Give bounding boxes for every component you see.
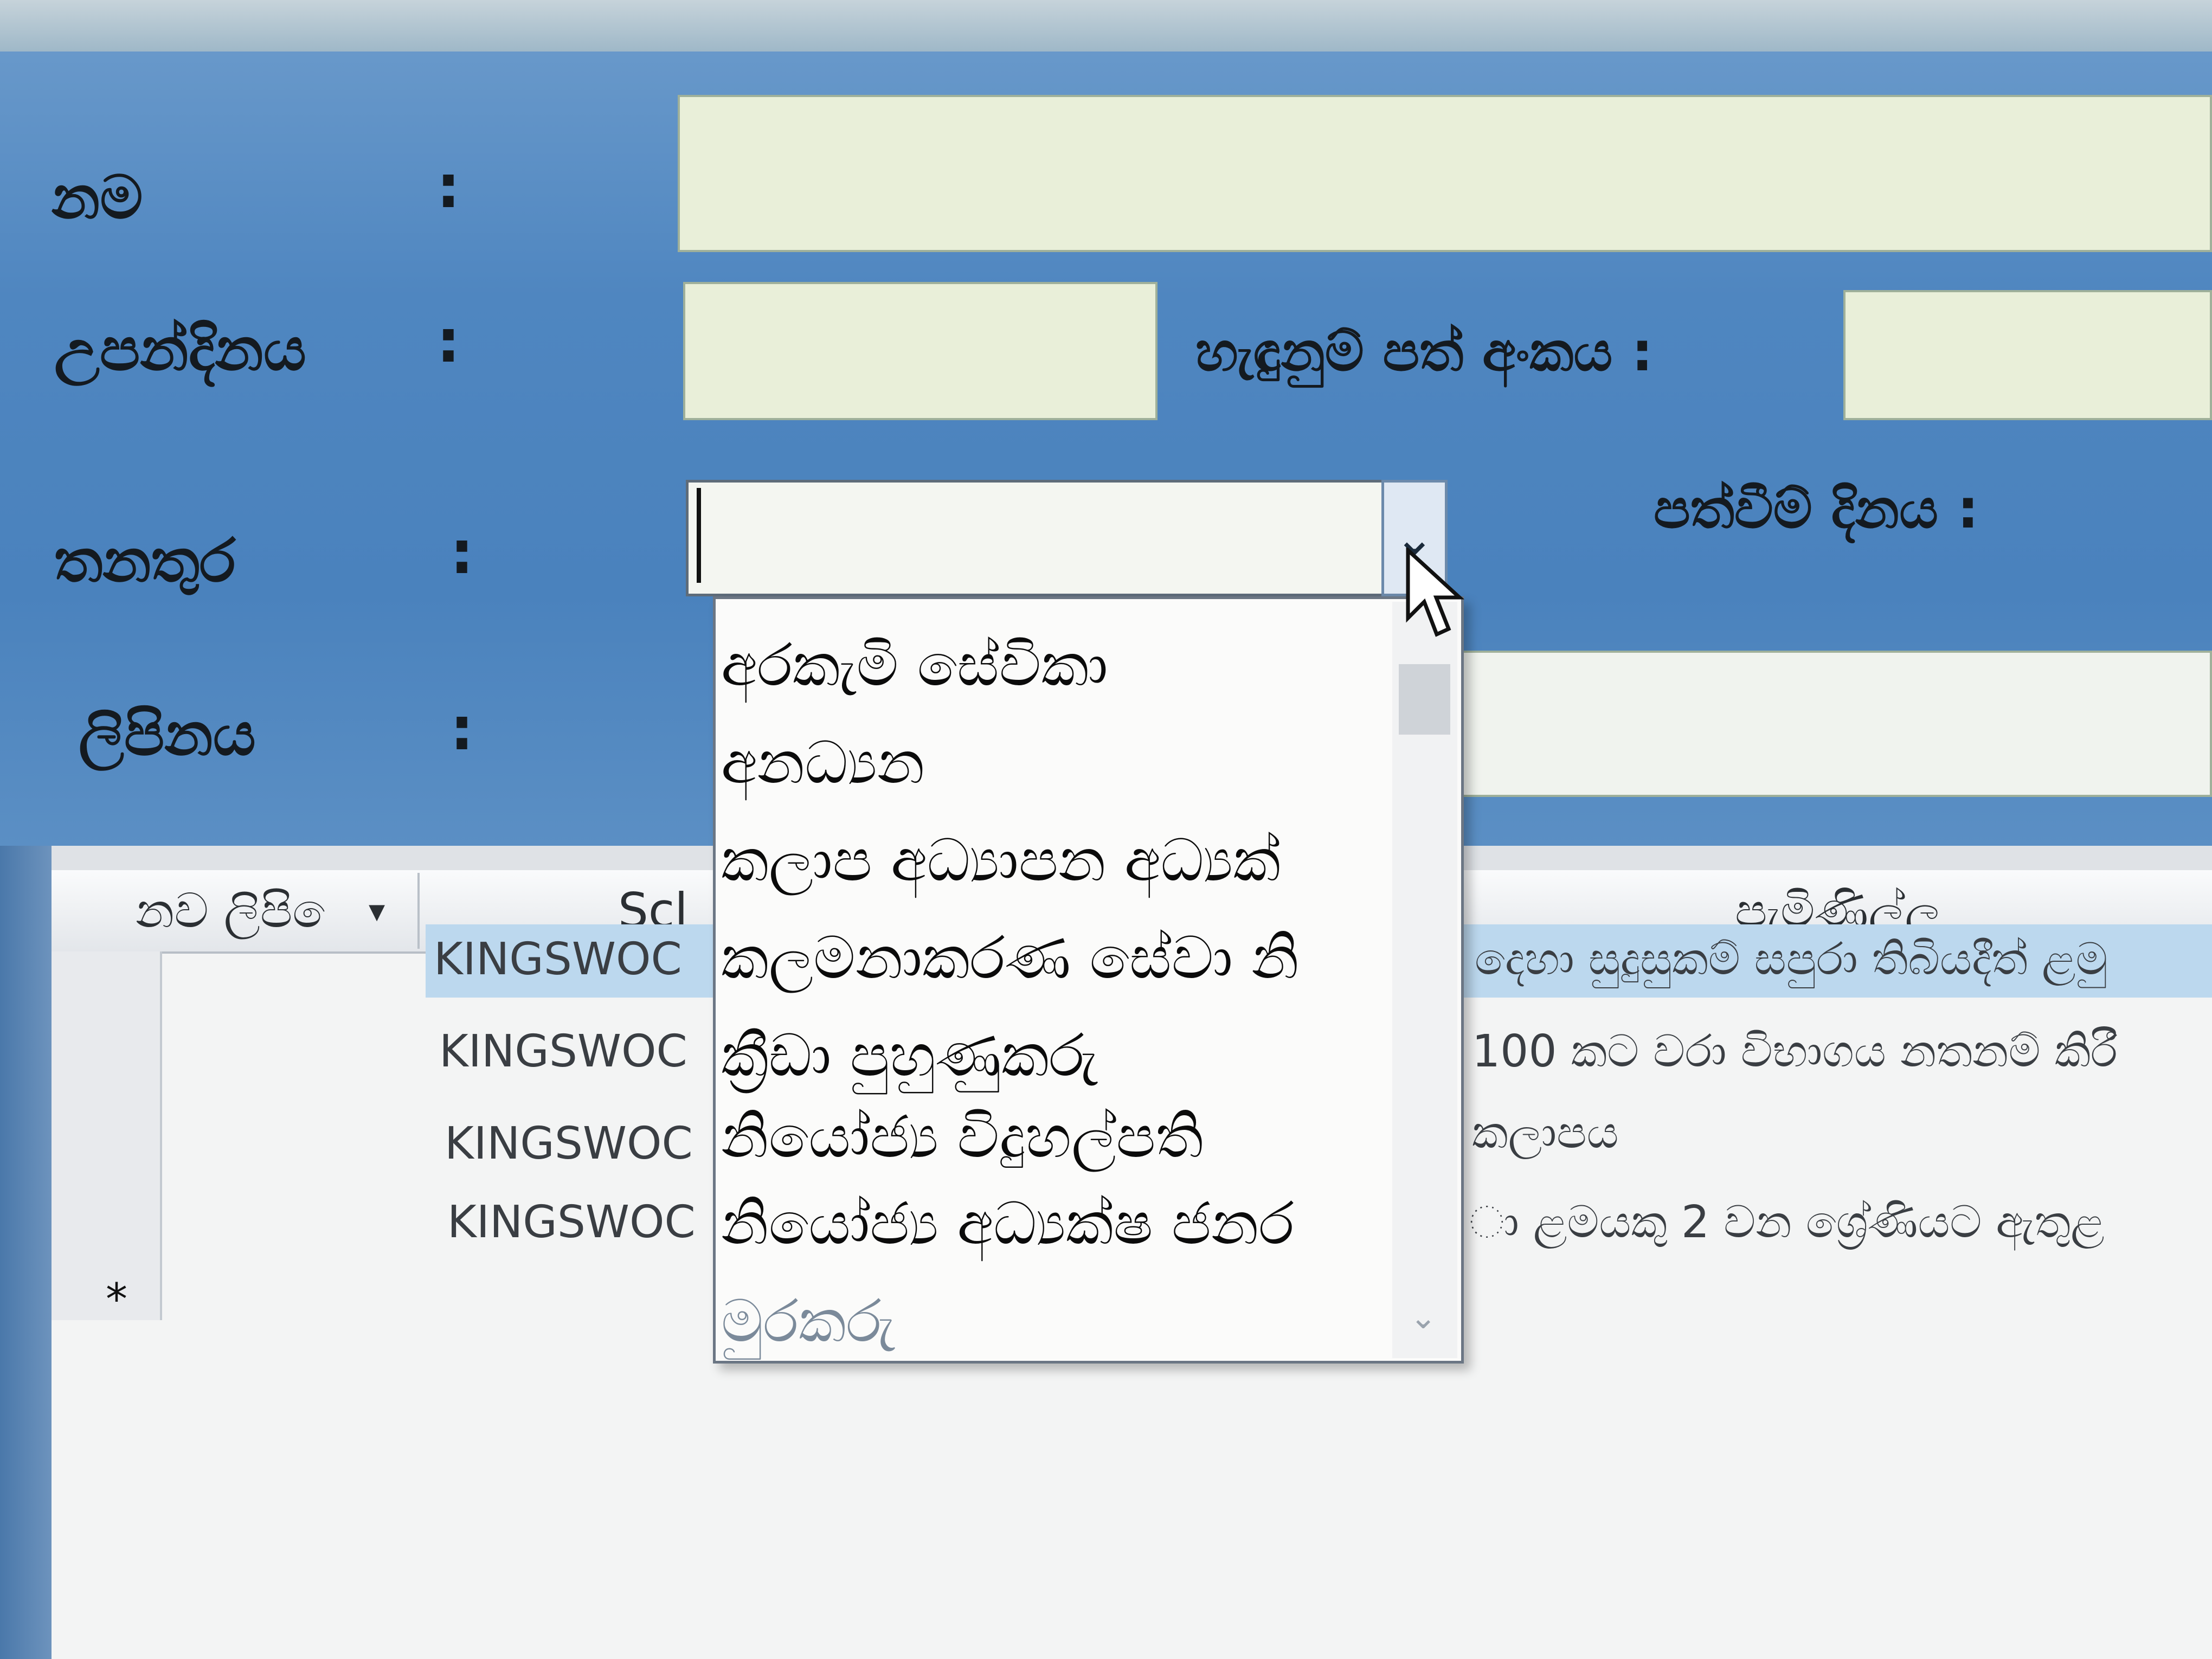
window-left-border <box>0 846 52 1659</box>
header-separator <box>417 873 420 949</box>
table-cell-complaint[interactable]: 100 කට වරා විභාගය නතනම් කිරී <box>1472 1017 2212 1087</box>
table-cell-school[interactable]: KINGSWOC <box>447 1187 716 1258</box>
dropdown-option[interactable]: අනධ්‍යන <box>721 716 1388 811</box>
position-label: තනතුර <box>54 526 236 595</box>
window-top-edge <box>0 0 2212 52</box>
mouse-pointer-icon <box>1406 548 1465 637</box>
dropdown-option[interactable]: නියෝජ්‍ය අධ්‍යක්ෂ ජනර <box>721 1176 1388 1271</box>
address-field[interactable] <box>1458 651 2212 797</box>
table-cell-complaint[interactable]: කලාපය <box>1472 1098 2212 1168</box>
table-cell-school[interactable]: KINGSWOC <box>434 924 716 995</box>
table-cell-complaint[interactable]: දෙහා සුදුසුකම් සපුරා තිබියදීත් ළමු <box>1475 924 2212 995</box>
new-row-marker: * <box>106 1274 127 1324</box>
appointment-date-label: පත්වීම් දිනය : <box>1654 477 1979 541</box>
dropdown-option[interactable]: කලමනාකරණ සේවා නි <box>721 911 1388 1006</box>
dropdown-option[interactable]: කලාප අධ්‍යාපන අධ්‍යක් <box>721 813 1388 908</box>
name-colon: : <box>436 152 460 221</box>
row-selector-column[interactable] <box>52 951 162 1320</box>
table-cell-complaint[interactable]: ා ළමයකු 2 වන ශ්‍රේණියට ඇතුළ <box>1469 1187 2212 1258</box>
address-colon: : <box>450 694 474 763</box>
scroll-down-icon[interactable]: ⌄ <box>1410 1298 1437 1336</box>
position-colon: : <box>450 518 474 587</box>
dropdown-option[interactable]: අරකැමි සේවිකා <box>721 618 1388 713</box>
dob-colon: : <box>436 306 460 376</box>
address-label: ලිපිනය <box>79 699 256 769</box>
dob-field[interactable] <box>683 282 1158 420</box>
dropdown-option[interactable]: මුරකරු <box>721 1274 1388 1369</box>
dropdown-option[interactable]: නියෝජ්‍ය විදුහල්පති <box>721 1090 1388 1185</box>
table-cell-school[interactable]: KINGSWOC <box>445 1109 716 1179</box>
nic-label: හැඳුනුම් පත් අංකය : <box>1195 320 1654 383</box>
column-header-new-letter[interactable]: නව ලිපි ෙ <box>136 873 349 949</box>
name-label: නම <box>52 163 143 232</box>
dropdown-scroll-thumb[interactable] <box>1399 664 1450 735</box>
dropdown-option[interactable]: ක්‍රීඩා පුහුණුකරු <box>721 1008 1388 1103</box>
nic-field[interactable] <box>1843 290 2212 420</box>
position-combobox[interactable] <box>686 480 1448 596</box>
dob-label: උපන්දිනය <box>54 314 306 384</box>
column-header-dropdown-icon[interactable]: ▾ <box>369 873 385 949</box>
text-caret <box>697 488 701 583</box>
name-field[interactable] <box>678 95 2212 252</box>
table-cell-school[interactable]: KINGSWOC <box>439 1017 716 1087</box>
